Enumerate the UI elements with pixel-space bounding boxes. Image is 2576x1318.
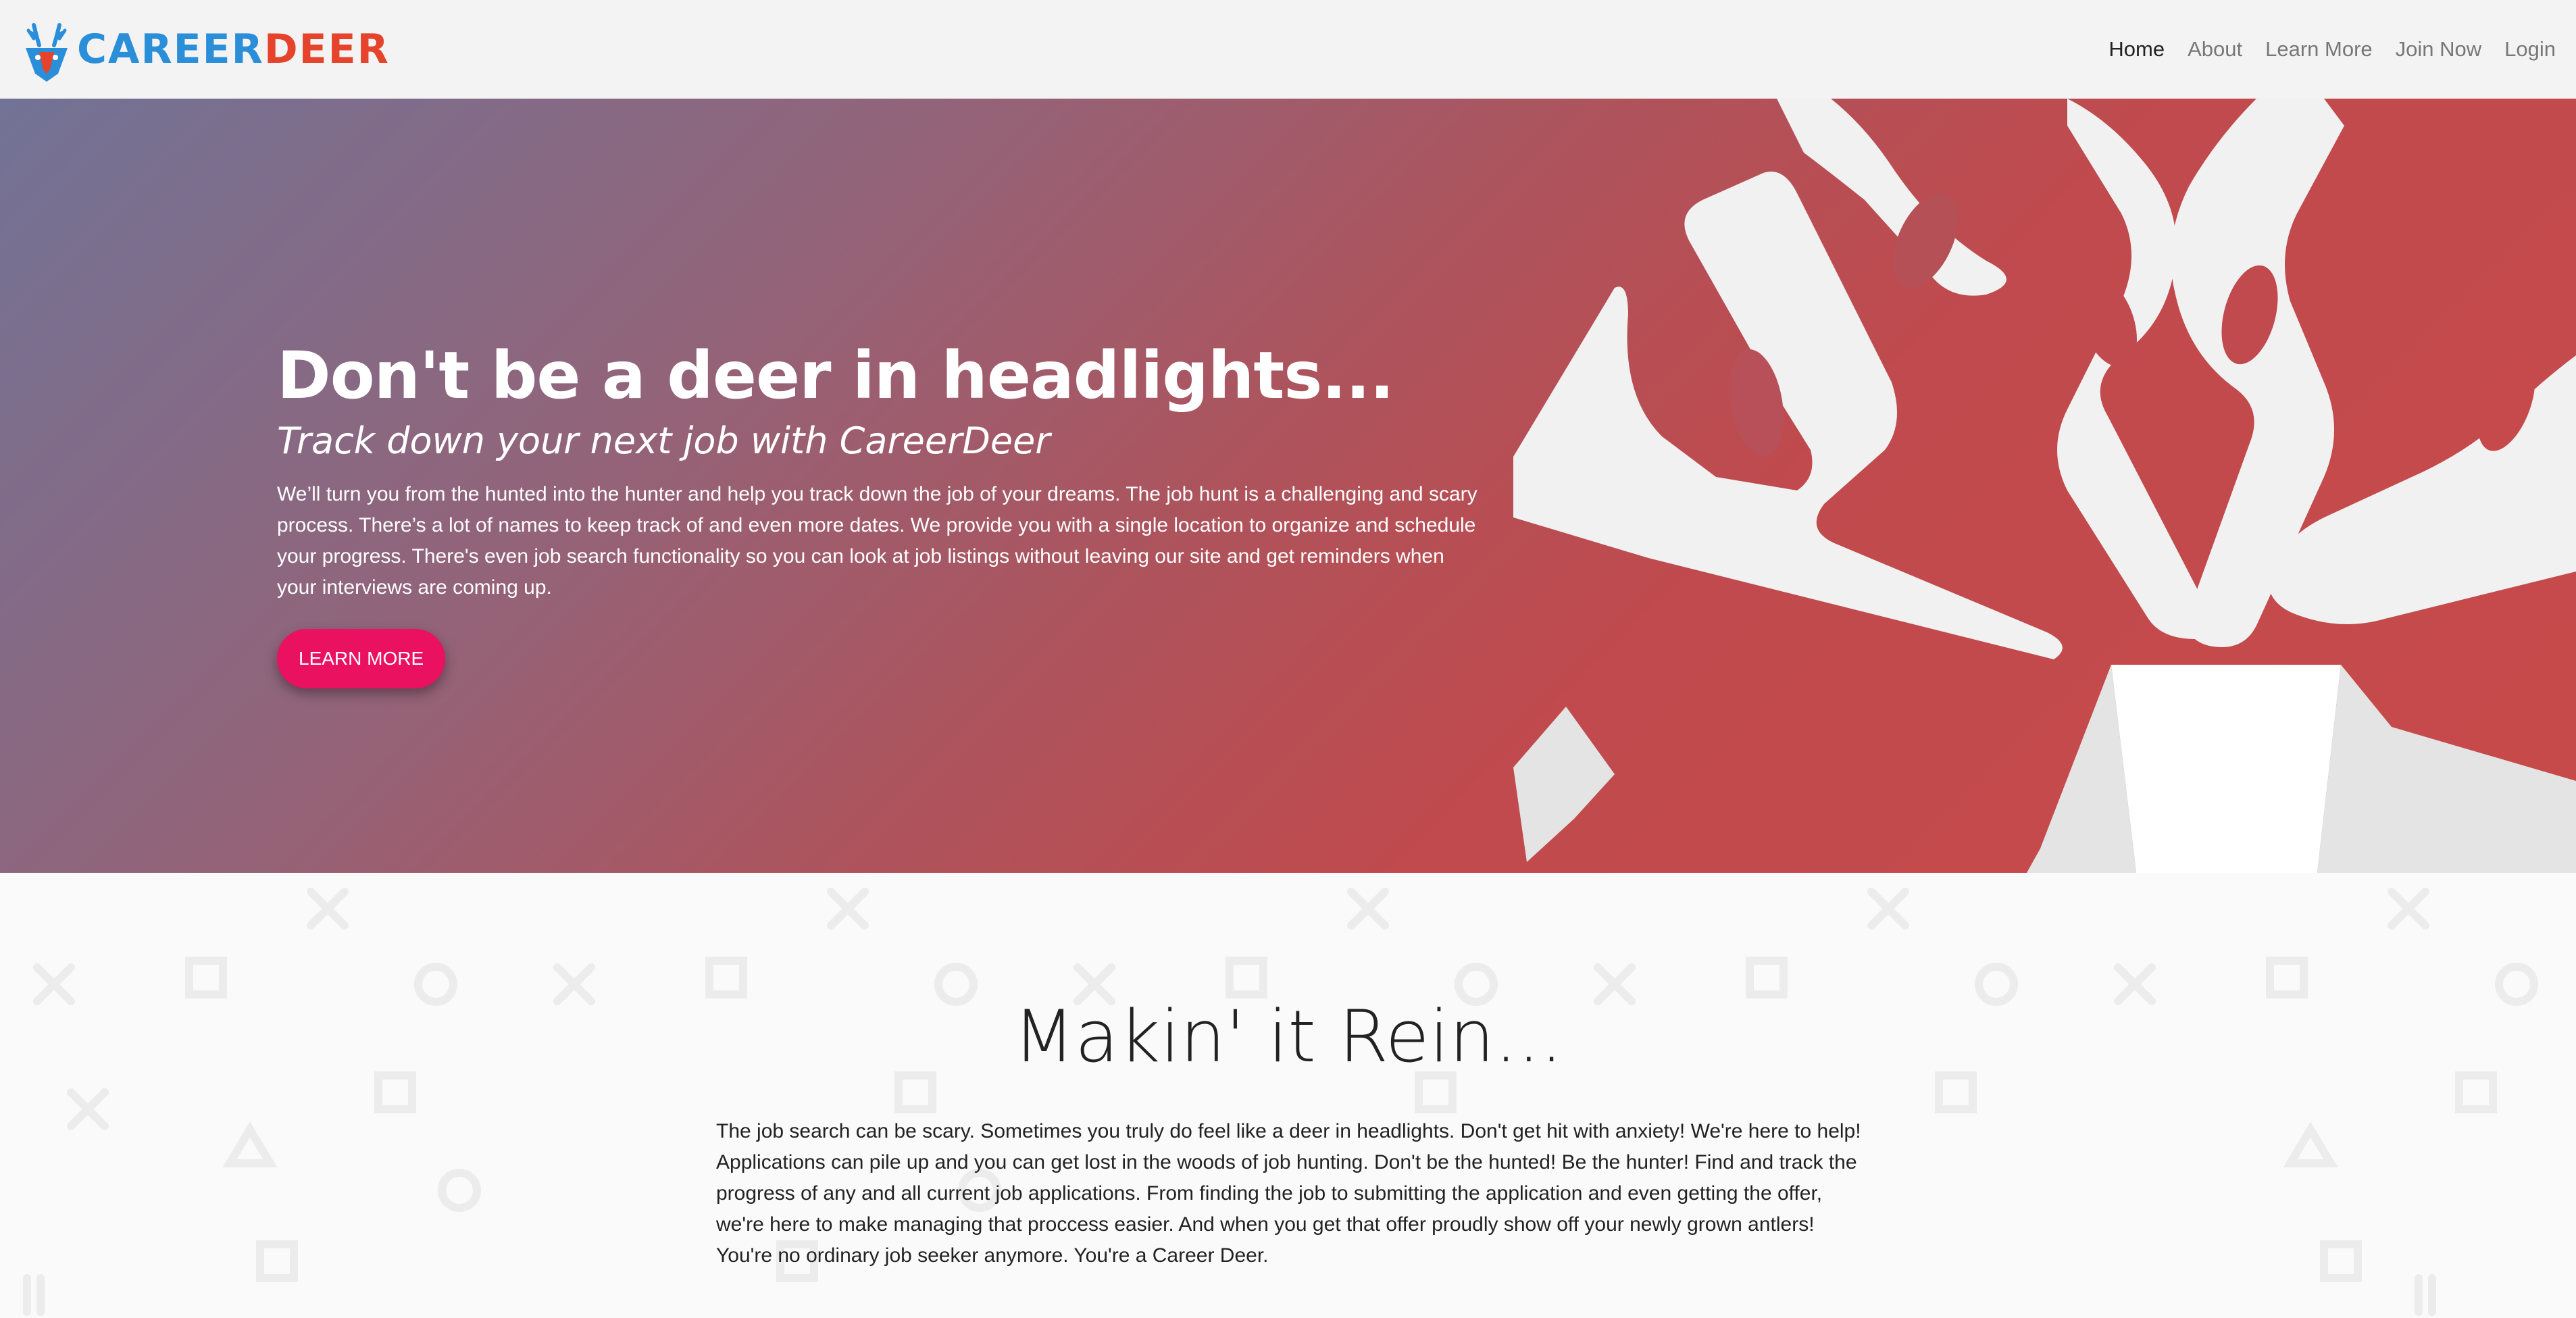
- about-section: Makin' it Rein... The job search can be …: [0, 873, 2576, 1318]
- learn-more-button[interactable]: LEARN MORE: [277, 628, 446, 688]
- brand-logo[interactable]: CAREERDEER: [19, 16, 390, 83]
- hero-title: Don't be a deer in headlights...: [277, 338, 1394, 413]
- nav-about-link[interactable]: About: [2188, 37, 2242, 61]
- antlers-illustration: [1513, 99, 2576, 873]
- nav-login-link[interactable]: Login: [2504, 37, 2556, 61]
- about-description: The job search can be scary. Sometimes y…: [716, 1120, 1861, 1267]
- deer-logo-icon: [26, 23, 68, 82]
- nav-links: Home About Learn More Join Now Login: [2108, 37, 2556, 61]
- brand-text-career: CAREER: [77, 26, 264, 73]
- navbar: CAREERDEER Home About Learn More Join No…: [0, 0, 2576, 99]
- nav-home-link[interactable]: Home: [2108, 37, 2165, 61]
- nav-join-now-link[interactable]: Join Now: [2396, 37, 2482, 61]
- about-title: Makin' it Rein...: [1013, 995, 1563, 1078]
- hero-description: We’ll turn you from the hunted into the …: [277, 482, 1478, 599]
- hero-content: Don't be a deer in headlights... Track d…: [277, 338, 1480, 688]
- hero-section: Don't be a deer in headlights... Track d…: [0, 99, 2576, 873]
- hero-subtitle: Track down your next job with CareerDeer: [277, 420, 1051, 463]
- brand-text-deer: DEER: [263, 26, 390, 73]
- nav-learn-more-link[interactable]: Learn More: [2265, 37, 2373, 61]
